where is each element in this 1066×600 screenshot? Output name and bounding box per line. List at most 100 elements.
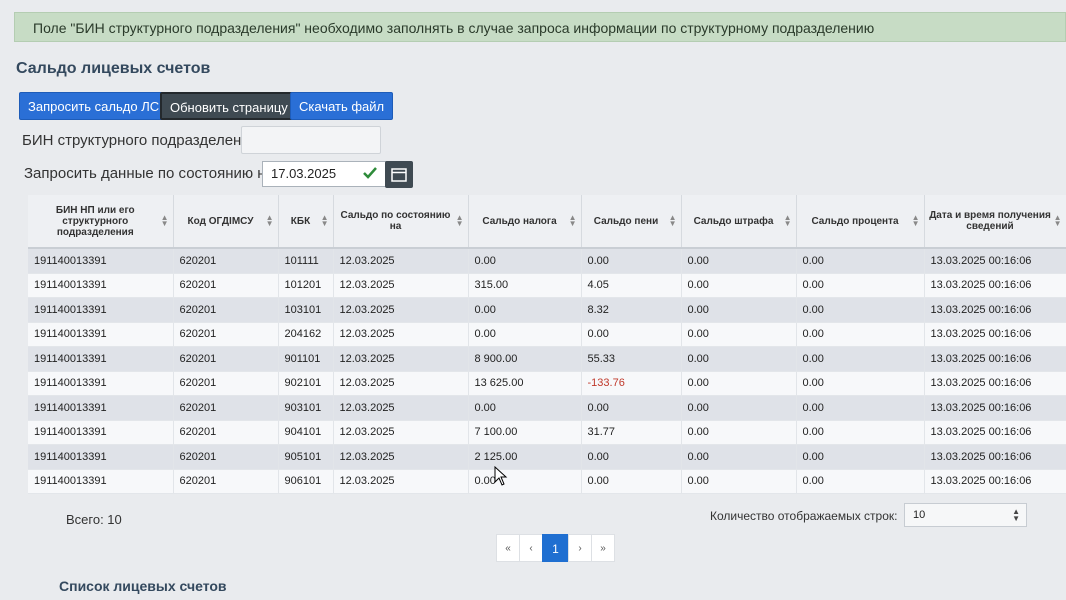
column-header[interactable]: Сальдо процента ▲ ▼: [796, 195, 925, 249]
table-row: 191140013391 620201 101111 12.03.2025 0.00 0.…: [28, 248, 1066, 274]
table-cell: 0.00: [796, 248, 925, 274]
sort-icon: ▲ ▼: [668, 213, 677, 228]
table-cell: 204162: [278, 322, 334, 347]
download-file-button[interactable]: Скачать файл: [290, 92, 394, 120]
table-cell: 0.00: [681, 371, 797, 396]
page-title: Сальдо лицевых счетов: [16, 60, 211, 77]
table-cell: 620201: [173, 273, 279, 298]
column-header[interactable]: Сальдо налога ▲ ▼: [468, 195, 582, 249]
table-cell: 13.03.2025 00:16:06: [924, 395, 1066, 421]
sort-icon: ▲ ▼: [1053, 213, 1062, 228]
table-cell: 12.03.2025: [333, 322, 469, 347]
table-cell: 0.00: [581, 248, 682, 274]
column-header[interactable]: БИН НП или его структурного подразделени…: [28, 195, 174, 249]
table-cell: 8.32: [581, 297, 682, 323]
table-cell: 13.03.2025 00:16:06: [924, 469, 1066, 494]
table-cell: 191140013391: [28, 420, 174, 445]
table-cell: 0.00: [468, 248, 582, 274]
table-cell: 31.77: [581, 420, 682, 445]
table-cell: 191140013391: [28, 322, 174, 347]
table-cell: 902101: [278, 371, 334, 396]
table-cell: 101111: [278, 248, 334, 274]
page-1-button[interactable]: 1: [542, 534, 569, 562]
table-cell: 0.00: [796, 371, 925, 396]
table-cell: 0.00: [796, 297, 925, 323]
last-page-button[interactable]: »: [591, 534, 615, 562]
sort-icon: ▲ ▼: [568, 213, 577, 228]
table-cell: 191140013391: [28, 346, 174, 372]
table-header-row: БИН НП или его структурного подразделени…: [28, 195, 1066, 249]
table-cell: 191140013391: [28, 248, 174, 274]
sort-icon: ▲ ▼: [911, 213, 920, 228]
accounts-list-title: Список лицевых счетов: [59, 578, 227, 594]
table-cell: 13.03.2025 00:16:06: [924, 371, 1066, 396]
table-cell: 12.03.2025: [333, 395, 469, 421]
column-header[interactable]: КБК ▲ ▼: [278, 195, 334, 249]
table-cell: 12.03.2025: [333, 469, 469, 494]
column-header-label: Сальдо по состоянию на: [340, 210, 451, 232]
table-cell: 905101: [278, 444, 334, 470]
column-header[interactable]: Код ОГДІМСУ ▲ ▼: [173, 195, 279, 249]
table-cell: 7 100.00: [468, 420, 582, 445]
table-cell: 620201: [173, 371, 279, 396]
table-cell: 2 125.00: [468, 444, 582, 470]
table-cell: 0.00: [681, 395, 797, 421]
column-header-label: Сальдо пени: [593, 215, 659, 227]
table-row: 191140013391 620201 901101 12.03.2025 8 900.…: [28, 346, 1066, 372]
table-cell: 0.00: [796, 273, 925, 298]
date-label: Запросить данные по состоянию на: [24, 165, 274, 182]
table-cell: 0.00: [681, 420, 797, 445]
table-cell: 13.03.2025 00:16:06: [924, 346, 1066, 372]
table-cell: 0.00: [796, 395, 925, 421]
table-cell: 620201: [173, 469, 279, 494]
table-cell: 191140013391: [28, 371, 174, 396]
column-header[interactable]: Дата и время получения сведений ▲ ▼: [924, 195, 1066, 249]
table-cell: 0.00: [681, 346, 797, 372]
table-cell: 191140013391: [28, 469, 174, 494]
refresh-page-button[interactable]: Обновить страницу: [160, 92, 298, 120]
column-header-label: Сальдо налога: [482, 215, 557, 227]
check-icon: [363, 167, 377, 179]
table-row: 191140013391 620201 101201 12.03.2025 315.00…: [28, 273, 1066, 298]
rows-per-page-select[interactable]: 10 ▲ ▼: [904, 503, 1027, 527]
table-cell: 0.00: [796, 444, 925, 470]
table-cell: 0.00: [796, 469, 925, 494]
table-cell: 13.03.2025 00:16:06: [924, 248, 1066, 274]
table-cell: 0.00: [468, 469, 582, 494]
next-page-button[interactable]: ›: [568, 534, 592, 562]
request-balance-button[interactable]: Запросить сальдо ЛС: [19, 92, 169, 120]
calendar-button[interactable]: [385, 161, 413, 188]
table-cell: 13.03.2025 00:16:06: [924, 322, 1066, 347]
table-cell: 620201: [173, 322, 279, 347]
table-cell: 101201: [278, 273, 334, 298]
table-row: 191140013391 620201 904101 12.03.2025 7 100.…: [28, 420, 1066, 445]
table-cell: 901101: [278, 346, 334, 372]
table-cell: 620201: [173, 248, 279, 274]
table-cell: 620201: [173, 346, 279, 372]
column-header[interactable]: Сальдо штрафа ▲ ▼: [681, 195, 797, 249]
select-caret-icon: ▲ ▼: [1012, 507, 1020, 523]
table-cell: 0.00: [681, 273, 797, 298]
table-cell: 13.03.2025 00:16:06: [924, 297, 1066, 323]
table-cell: 191140013391: [28, 297, 174, 323]
sort-icon: ▲ ▼: [320, 213, 329, 228]
prev-page-button[interactable]: ‹: [519, 534, 543, 562]
table-cell: 191140013391: [28, 395, 174, 421]
table-cell: 12.03.2025: [333, 444, 469, 470]
table-cell: 12.03.2025: [333, 248, 469, 274]
table-cell: 620201: [173, 420, 279, 445]
column-header[interactable]: Сальдо пени ▲ ▼: [581, 195, 682, 249]
column-header[interactable]: Сальдо по состоянию на ▲ ▼: [333, 195, 469, 249]
table-cell: 13.03.2025 00:16:06: [924, 420, 1066, 445]
bin-input[interactable]: [241, 126, 381, 154]
table-row: 191140013391 620201 103101 12.03.2025 0.00 8.…: [28, 297, 1066, 323]
table-cell: 0.00: [796, 420, 925, 445]
table-cell: 620201: [173, 297, 279, 323]
table-cell: 12.03.2025: [333, 297, 469, 323]
first-page-button[interactable]: «: [496, 534, 520, 562]
bin-label: БИН структурного подразделения: [22, 132, 258, 149]
table-cell: 103101: [278, 297, 334, 323]
sort-icon: ▲ ▼: [783, 213, 792, 228]
column-header-label: БИН НП или его структурного подразделени…: [55, 204, 135, 238]
rows-per-page-label: Количество отображаемых строк:: [710, 509, 898, 523]
